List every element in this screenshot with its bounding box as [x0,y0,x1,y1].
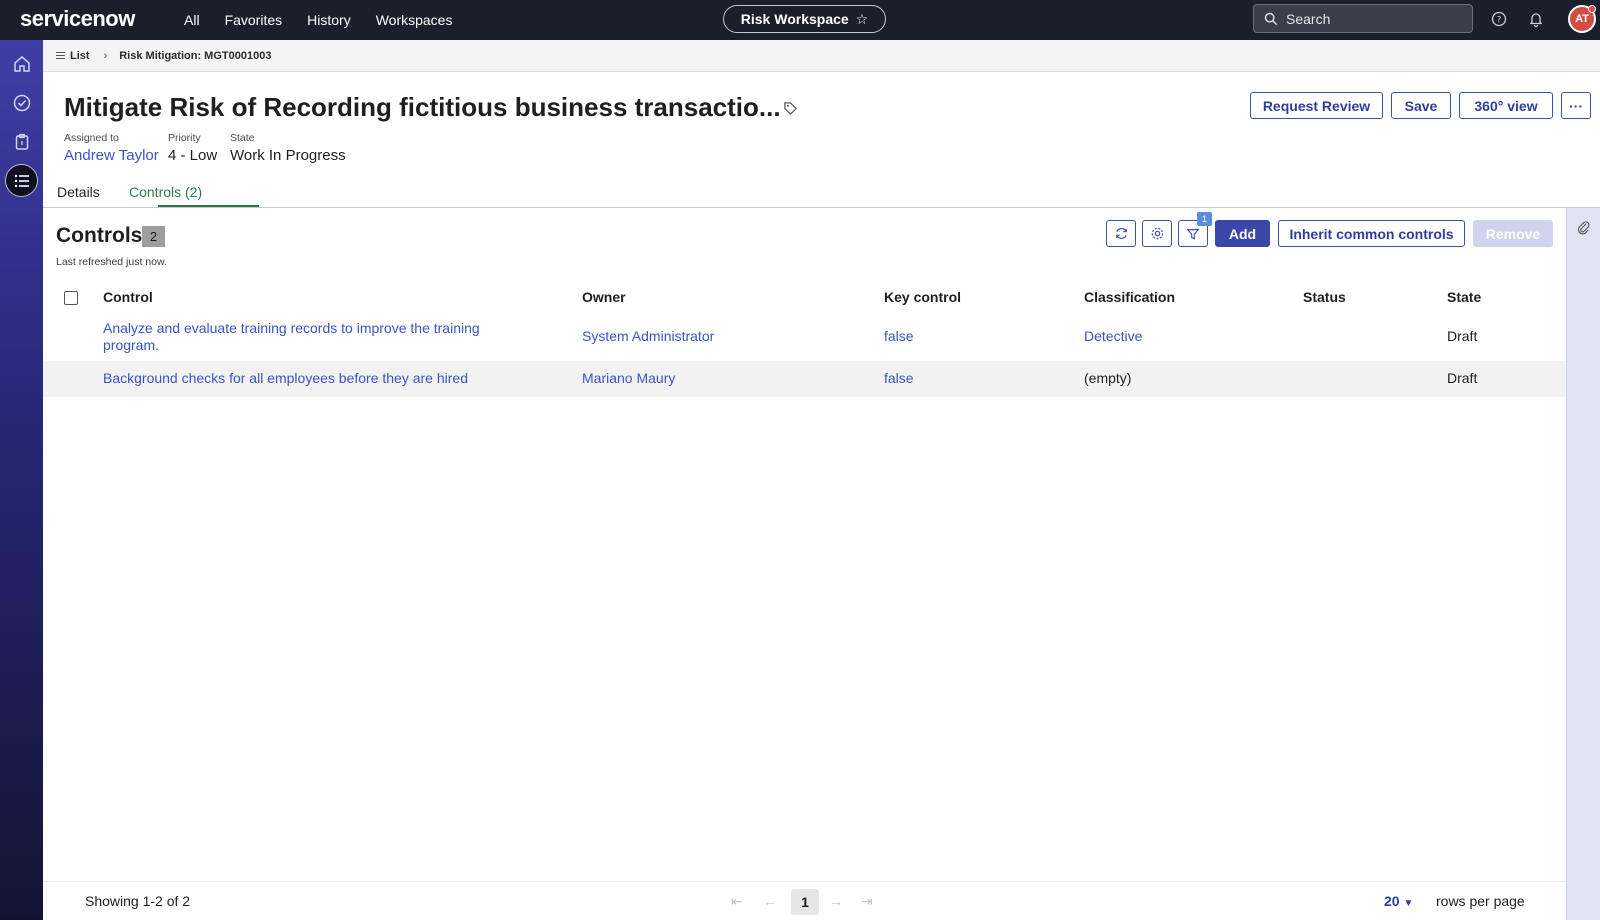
priority-label: Priority [168,132,201,144]
column-header-owner[interactable]: Owner [582,289,626,305]
tag-icon[interactable] [783,101,798,121]
bell-icon[interactable] [1527,10,1545,28]
first-page-icon: ⇤ [731,893,743,909]
state-value: Work In Progress [230,147,346,164]
more-actions-button[interactable]: ··· [1561,92,1591,119]
classification-value: (empty) [1084,370,1132,386]
user-avatar[interactable]: AT [1568,5,1596,33]
select-all-checkbox[interactable] [64,291,78,305]
search-icon [1264,12,1278,25]
column-header-control[interactable]: Control [103,289,153,305]
top-navigation-bar: servicenow All Favorites History Workspa… [0,0,1600,40]
side-panel-strip [1566,208,1600,920]
left-rail [0,40,43,920]
paperclip-icon[interactable] [1577,220,1590,240]
next-page-icon: → [829,893,843,909]
table-header-row: Control Owner Key control Classification… [43,283,1566,313]
tab-details[interactable]: Details [57,184,100,200]
owner-link[interactable]: System Administrator [582,328,714,344]
breadcrumb-current: Risk Mitigation: MGT0001003 [119,49,272,62]
rows-per-page-select[interactable]: 20 ▼ [1384,893,1413,909]
current-page[interactable]: 1 [791,889,819,915]
page-title: Mitigate Risk of Recording fictitious bu… [64,92,781,122]
controls-count-badge: 2 [142,226,165,247]
breadcrumb-list[interactable]: List [70,50,90,62]
control-link[interactable]: Background checks for all employees befo… [103,370,468,386]
tab-controls[interactable]: Controls (2) [129,184,202,200]
request-review-button[interactable]: Request Review [1250,92,1383,119]
previous-page-icon: ← [763,893,777,909]
controls-title: Controls [56,224,143,247]
workspace-switcher[interactable]: Risk Workspace ☆ [723,5,886,33]
home-icon[interactable] [5,47,38,80]
avatar-initials: AT [1575,13,1589,25]
last-refreshed-text: Last refreshed just now. [56,256,167,268]
workspace-name: Risk Workspace [740,11,849,27]
view-360-button[interactable]: 360° view [1459,92,1553,119]
presence-dot [1588,5,1596,13]
classification-link[interactable]: Detective [1084,328,1142,344]
servicenow-logo[interactable]: servicenow [20,6,135,32]
active-tab-indicator [158,205,259,207]
help-icon[interactable]: ? [1490,10,1508,28]
nav-favorites[interactable]: Favorites [225,12,283,28]
rows-per-page-value: 20 [1384,893,1400,909]
inherit-common-controls-button[interactable]: Inherit common controls [1278,220,1465,247]
column-header-status[interactable]: Status [1303,289,1346,305]
assigned-to-field: Assigned to Andrew Taylor [64,132,159,164]
star-icon[interactable]: ☆ [856,11,869,28]
last-page-icon: ⇥ [861,893,873,909]
nav-history[interactable]: History [307,12,351,28]
key-control-value[interactable]: false [884,328,914,344]
chevron-right-icon: › [103,49,108,62]
remove-button: Remove [1473,220,1553,247]
record-tabs: Details Controls (2) [43,181,1600,208]
column-header-classification[interactable]: Classification [1084,289,1175,305]
table-row[interactable]: Analyze and evaluate training records to… [43,320,1566,360]
assigned-to-value[interactable]: Andrew Taylor [64,147,159,164]
breadcrumb: List › Risk Mitigation: MGT0001003 [43,40,1600,72]
priority-value: 4 - Low [168,147,218,164]
refresh-button[interactable] [1106,220,1136,247]
nav-workspaces[interactable]: Workspaces [376,12,453,28]
state-label: State [230,132,255,144]
key-control-value[interactable]: false [884,370,914,386]
column-header-state[interactable]: State [1447,289,1481,305]
svg-text:?: ? [1497,16,1502,26]
global-search[interactable]: Search [1253,4,1473,33]
pagination-footer: Showing 1-2 of 2 ⇤ ← 1 → ⇥ 20 ▼ rows per… [43,881,1566,920]
owner-link[interactable]: Mariano Maury [582,370,675,386]
clipboard-icon[interactable] [5,125,38,158]
list-icon[interactable] [5,164,38,197]
state-value: Draft [1447,328,1478,344]
priority-field: Priority 4 - Low [168,132,217,164]
assigned-to-label: Assigned to [64,132,119,144]
settings-button[interactable] [1142,220,1172,247]
list-small-icon [56,52,65,59]
gear-icon [1151,227,1163,240]
control-link[interactable]: Analyze and evaluate training records to… [103,320,503,354]
filter-icon [1186,228,1200,240]
filter-count-badge: 1 [1197,212,1212,226]
add-button[interactable]: Add [1215,220,1270,247]
nav-all[interactable]: All [184,12,200,28]
state-value: Draft [1447,370,1478,386]
save-button[interactable]: Save [1391,92,1451,119]
rows-per-page-label: rows per page [1436,893,1525,909]
column-header-key-control[interactable]: Key control [884,289,961,305]
main-nav: All Favorites History Workspaces [184,0,452,40]
refresh-icon [1115,228,1127,239]
table-row[interactable]: Background checks for all employees befo… [43,361,1566,397]
showing-count: Showing 1-2 of 2 [85,893,191,909]
state-field: State Work In Progress [230,132,346,164]
caret-down-icon: ▼ [1403,898,1414,909]
search-placeholder: Search [1286,10,1331,27]
check-circle-icon[interactable] [5,86,38,119]
